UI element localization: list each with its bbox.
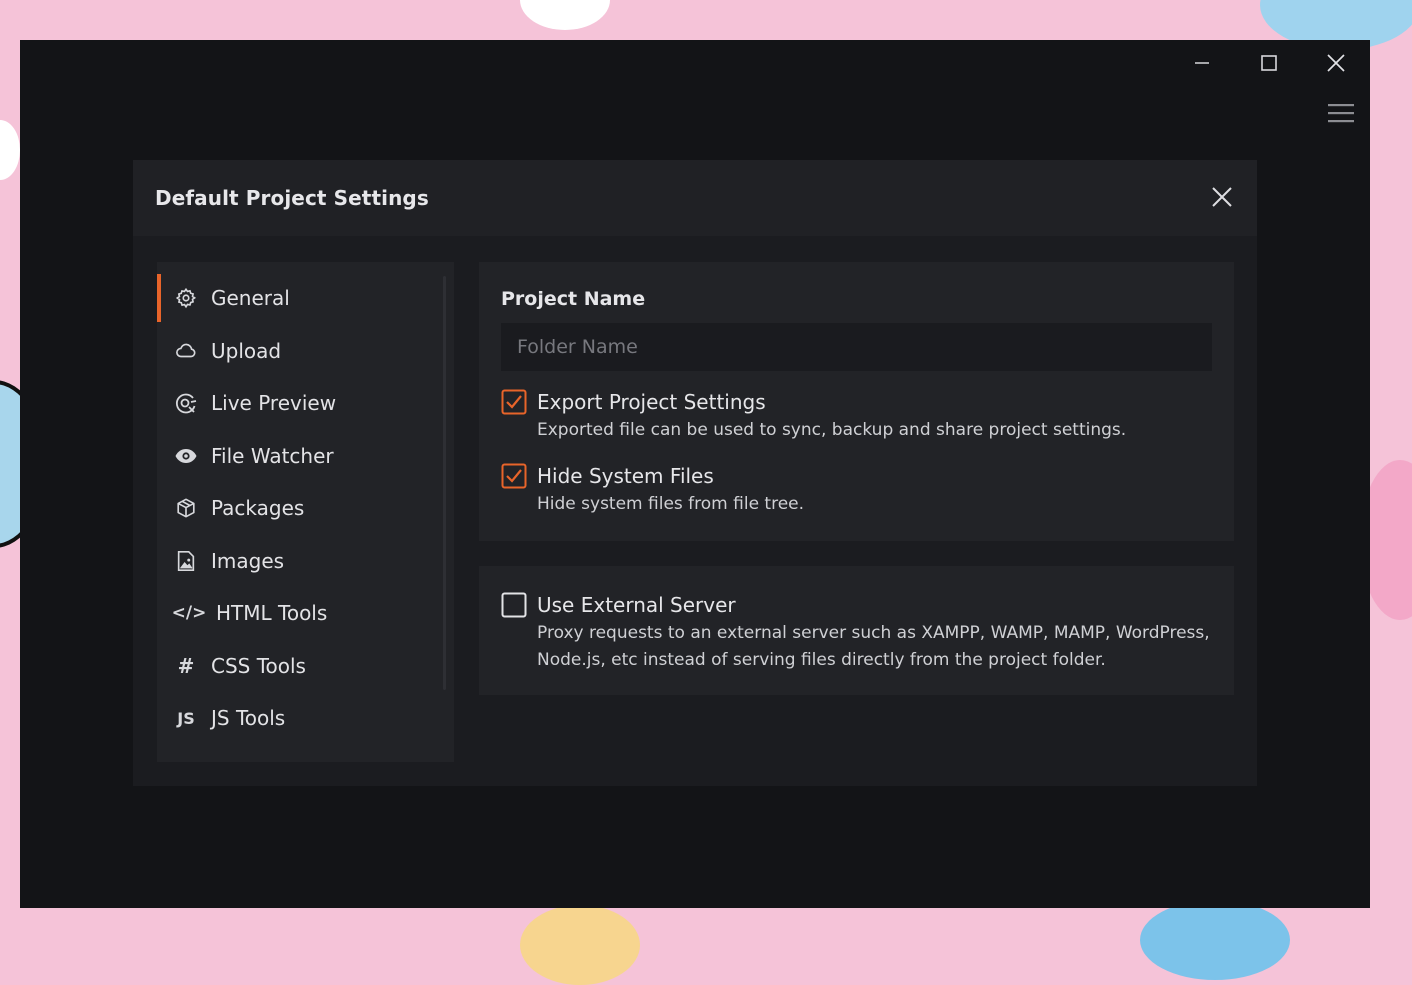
maximize-icon: [1261, 55, 1277, 71]
sidebar-item-label: File Watcher: [211, 444, 334, 468]
external-server-checkbox[interactable]: [501, 592, 527, 618]
wallpaper-shape: [0, 120, 20, 180]
eye-icon: [174, 444, 198, 468]
sidebar-scrollbar[interactable]: [443, 276, 446, 690]
external-server-title: Use External Server: [537, 593, 736, 617]
hide-system-files-description: Hide system files from file tree.: [537, 494, 805, 514]
dialog-header: Default Project Settings: [133, 160, 1257, 236]
external-server-description-line-2: Node.js, etc instead of serving files di…: [537, 650, 1106, 670]
export-settings-option: Export Project Settings Exported file ca…: [501, 389, 1126, 444]
wallpaper-shape: [1140, 900, 1290, 980]
package-icon: [174, 496, 198, 520]
wallpaper-shape: [520, 0, 610, 30]
close-icon: [1212, 187, 1232, 207]
minimize-button[interactable]: [1179, 48, 1225, 78]
gear-icon: [174, 286, 198, 310]
export-settings-checkbox[interactable]: [501, 389, 527, 415]
cloud-icon: [174, 339, 198, 363]
hash-icon: #: [177, 654, 195, 678]
checkbox-unchecked-icon: [501, 592, 527, 618]
sidebar-item-label: Packages: [211, 496, 305, 520]
sidebar-item-label: Images: [211, 549, 285, 573]
hide-system-files-option: Hide System Files Hide system files from…: [501, 463, 804, 518]
export-settings-title: Export Project Settings: [537, 390, 766, 414]
wallpaper-shape: [520, 905, 640, 985]
general-settings-panel: Project Name Export Project Settings Exp…: [479, 262, 1234, 541]
settings-dialog: Default Project Settings General Upload: [133, 160, 1257, 786]
minimize-icon: [1195, 62, 1209, 64]
image-icon: [174, 549, 198, 573]
external-server-panel: Use External Server Proxy requests to an…: [479, 566, 1234, 695]
sidebar-item-label: CSS Tools: [211, 654, 306, 678]
live-preview-icon: [174, 391, 198, 415]
hide-system-files-checkbox[interactable]: [501, 463, 527, 489]
sidebar-item-live-preview[interactable]: Live Preview: [157, 379, 443, 427]
hamburger-menu-icon: [1328, 104, 1354, 123]
sidebar-item-packages[interactable]: Packages: [157, 484, 443, 532]
menu-button[interactable]: [1328, 102, 1356, 124]
checkbox-checked-icon: [501, 463, 527, 489]
sidebar-item-label: Live Preview: [211, 391, 337, 415]
export-settings-description: Exported file can be used to sync, backu…: [537, 420, 1127, 440]
sidebar-item-general[interactable]: General: [157, 274, 447, 322]
external-server-description-line-1: Proxy requests to an external server suc…: [537, 623, 1210, 643]
settings-sidebar: General Upload Live Preview File Watcher: [157, 262, 454, 762]
checkbox-checked-icon: [501, 389, 527, 415]
sidebar-item-html-tools[interactable]: </> HTML Tools: [157, 589, 443, 637]
sidebar-item-label: JS Tools: [211, 706, 286, 730]
sidebar-item-label: HTML Tools: [216, 601, 328, 625]
sidebar-item-label: Upload: [211, 339, 282, 363]
external-server-option: Use External Server Proxy requests to an…: [501, 592, 1210, 674]
js-icon: JS: [177, 708, 195, 728]
app-window: Default Project Settings General Upload: [20, 40, 1370, 908]
window-close-button[interactable]: [1313, 48, 1359, 78]
code-icon: </>: [171, 603, 207, 623]
dialog-title: Default Project Settings: [155, 186, 429, 210]
sidebar-item-upload[interactable]: Upload: [157, 327, 443, 375]
hide-system-files-title: Hide System Files: [537, 464, 714, 488]
project-name-input[interactable]: [501, 323, 1212, 371]
dialog-close-button[interactable]: [1211, 186, 1235, 210]
sidebar-item-css-tools[interactable]: # CSS Tools: [157, 642, 443, 690]
close-icon: [1327, 54, 1345, 72]
project-name-label: Project Name: [501, 288, 646, 310]
sidebar-item-images[interactable]: Images: [157, 537, 443, 585]
sidebar-item-label: General: [211, 286, 290, 310]
sidebar-item-js-tools[interactable]: JS JS Tools: [157, 694, 443, 742]
sidebar-item-file-watcher[interactable]: File Watcher: [157, 432, 443, 480]
maximize-button[interactable]: [1246, 48, 1292, 78]
